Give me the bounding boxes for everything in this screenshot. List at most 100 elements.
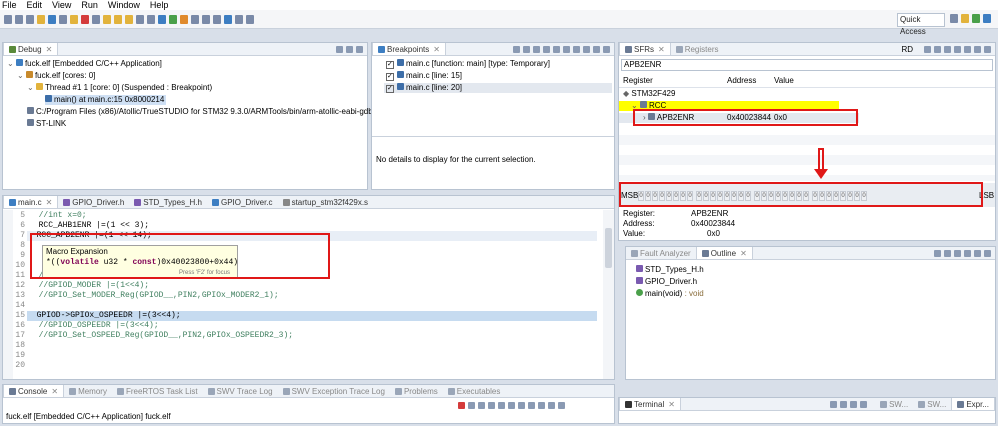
breakpoint-item[interactable]: ✓ main.c [function: main] [type: Temporar…: [386, 59, 550, 69]
debug-icon[interactable]: [158, 14, 166, 24]
collapse-icon[interactable]: [573, 45, 580, 53]
minimize-icon[interactable]: [346, 45, 353, 53]
checkbox-checked[interactable]: ✓: [386, 61, 394, 69]
external-tools-icon[interactable]: [180, 14, 188, 24]
folder-icon[interactable]: [37, 14, 45, 24]
cpp-perspective-icon[interactable]: [961, 14, 969, 23]
code-line[interactable]: //GPIO_Set_MODER_Reg(GPIOD__,PIN2,GPIOx_…: [29, 291, 279, 301]
scroll-lock-icon[interactable]: [498, 402, 505, 409]
remove-all-icon[interactable]: [523, 45, 530, 53]
tab-swv-exception[interactable]: SWV Exception Trace Log: [278, 385, 390, 397]
menu-icon[interactable]: [964, 249, 971, 257]
pin-icon[interactable]: [518, 402, 525, 409]
menu-icon[interactable]: [964, 45, 971, 53]
code-line[interactable]: GPIOD->GPIOx_OSPEEDR |=(3<<4);: [27, 311, 597, 321]
tab-debug[interactable]: Debug ✕: [3, 43, 59, 55]
tab-swv-trace[interactable]: SWV Trace Log: [203, 385, 278, 397]
tab-breakpoints[interactable]: Breakpoints ✕: [372, 43, 446, 55]
tab-outline[interactable]: Outline ✕: [695, 247, 753, 259]
breakpoint-item[interactable]: ✓ main.c [line: 15]: [386, 71, 462, 81]
maximize-icon[interactable]: [984, 45, 991, 53]
menu-help[interactable]: Help: [150, 0, 169, 10]
step-into-icon[interactable]: [103, 14, 111, 24]
debug-tree-item[interactable]: C:/Program Files (x86)/Atollic/TrueSTUDI…: [27, 107, 373, 117]
skip-icon[interactable]: [553, 45, 560, 53]
dec-icon[interactable]: [934, 45, 941, 53]
sort-icon[interactable]: [934, 249, 941, 257]
minimize-icon[interactable]: [974, 249, 981, 257]
disconnect-icon[interactable]: [840, 400, 848, 408]
reset-icon[interactable]: [147, 14, 155, 24]
tab-memory[interactable]: Memory: [64, 385, 112, 397]
remove-all-icon[interactable]: [478, 402, 485, 409]
menu-icon[interactable]: [860, 400, 868, 408]
menu-view[interactable]: View: [52, 0, 71, 10]
close-icon[interactable]: ✕: [46, 198, 53, 207]
skip-breakpoints-icon[interactable]: [59, 14, 67, 24]
minimize-icon[interactable]: [603, 45, 610, 53]
search-icon[interactable]: [191, 14, 199, 24]
terminate-icon[interactable]: [458, 402, 465, 409]
tab-startup-s[interactable]: startup_stm32f429x.s: [278, 196, 373, 208]
save-icon[interactable]: [15, 14, 23, 24]
close-icon[interactable]: ✕: [740, 249, 747, 258]
hex-icon[interactable]: [924, 45, 931, 53]
debug-tree-item[interactable]: ⌄ fuck.elf [Embedded C/C++ Application]: [7, 59, 162, 69]
device-node[interactable]: ◆ STM32F429: [623, 89, 675, 99]
tab-expressions[interactable]: Expr...: [951, 398, 995, 410]
clear-icon[interactable]: [488, 402, 495, 409]
checkbox-checked[interactable]: ✓: [386, 85, 394, 93]
tab-sfrs[interactable]: SFRs ✕: [619, 43, 671, 55]
code-line[interactable]: //GPIO_Set_OSPEED_Reg(GPIOD__,PIN2,GPIOx…: [29, 331, 293, 341]
resume-icon[interactable]: [70, 14, 78, 24]
read-button[interactable]: RD: [901, 45, 913, 54]
forward-icon[interactable]: [213, 14, 221, 24]
run-icon[interactable]: [169, 14, 177, 24]
maximize-icon[interactable]: [984, 249, 991, 257]
tab-executables[interactable]: Executables: [443, 385, 506, 397]
display-console-icon[interactable]: [528, 402, 535, 409]
menu-run[interactable]: Run: [81, 0, 98, 10]
tab-swv-1[interactable]: SW...: [875, 398, 913, 410]
instruction-step-icon[interactable]: [136, 14, 144, 24]
menu-icon[interactable]: [593, 45, 600, 53]
tab-freertos[interactable]: FreeRTOS Task List: [112, 385, 203, 397]
terminate-icon[interactable]: [81, 14, 89, 24]
debug-tree-item[interactable]: ⌄ fuck.elf [cores: 0]: [17, 71, 95, 81]
disconnect-icon[interactable]: [92, 14, 100, 24]
minimize-icon[interactable]: [974, 45, 981, 53]
other-perspective-icon[interactable]: [983, 14, 991, 23]
code-line[interactable]: //GPIOD_OSPEEDR |=(3<<4);: [29, 321, 159, 331]
menu-edit[interactable]: Edit: [27, 0, 43, 10]
debug-perspective-icon[interactable]: [972, 14, 980, 23]
link-icon[interactable]: [583, 45, 590, 53]
bin-icon[interactable]: [944, 45, 951, 53]
layout-icon[interactable]: [235, 14, 243, 24]
tab-std-types-h[interactable]: STD_Types_H.h: [129, 196, 207, 208]
remove-icon[interactable]: [513, 45, 520, 53]
step-over-icon[interactable]: [114, 14, 122, 24]
quick-access-input[interactable]: Quick Access: [897, 13, 945, 36]
close-icon[interactable]: ✕: [51, 387, 58, 396]
build-icon[interactable]: [48, 14, 56, 24]
debug-tree-item-selected[interactable]: main() at main.c:15 0x8000214: [45, 95, 167, 105]
close-icon[interactable]: ✕: [658, 45, 665, 54]
word-wrap-icon[interactable]: [508, 402, 515, 409]
open-perspective-icon[interactable]: [950, 14, 958, 23]
menu-file[interactable]: File: [2, 0, 17, 10]
outline-item[interactable]: GPIO_Driver.h: [636, 277, 697, 287]
new-icon[interactable]: [4, 14, 12, 24]
close-icon[interactable]: ✕: [46, 45, 53, 54]
window-icon[interactable]: [246, 14, 254, 24]
tab-main-c[interactable]: main.c ✕: [3, 196, 59, 208]
close-icon[interactable]: ✕: [433, 45, 440, 54]
console-toggle-icon[interactable]: [224, 14, 232, 24]
pin-icon[interactable]: [954, 45, 961, 53]
outline-item[interactable]: STD_Types_H.h: [636, 265, 704, 275]
editor-scrollbar[interactable]: [603, 210, 614, 379]
remove-launch-icon[interactable]: [468, 402, 475, 409]
hide-static-icon[interactable]: [954, 249, 961, 257]
code-line[interactable]: //GPIOD_MODER |=(1<<4);: [29, 281, 149, 291]
back-icon[interactable]: [202, 14, 210, 24]
outline-item[interactable]: main(void) : void: [636, 289, 704, 299]
